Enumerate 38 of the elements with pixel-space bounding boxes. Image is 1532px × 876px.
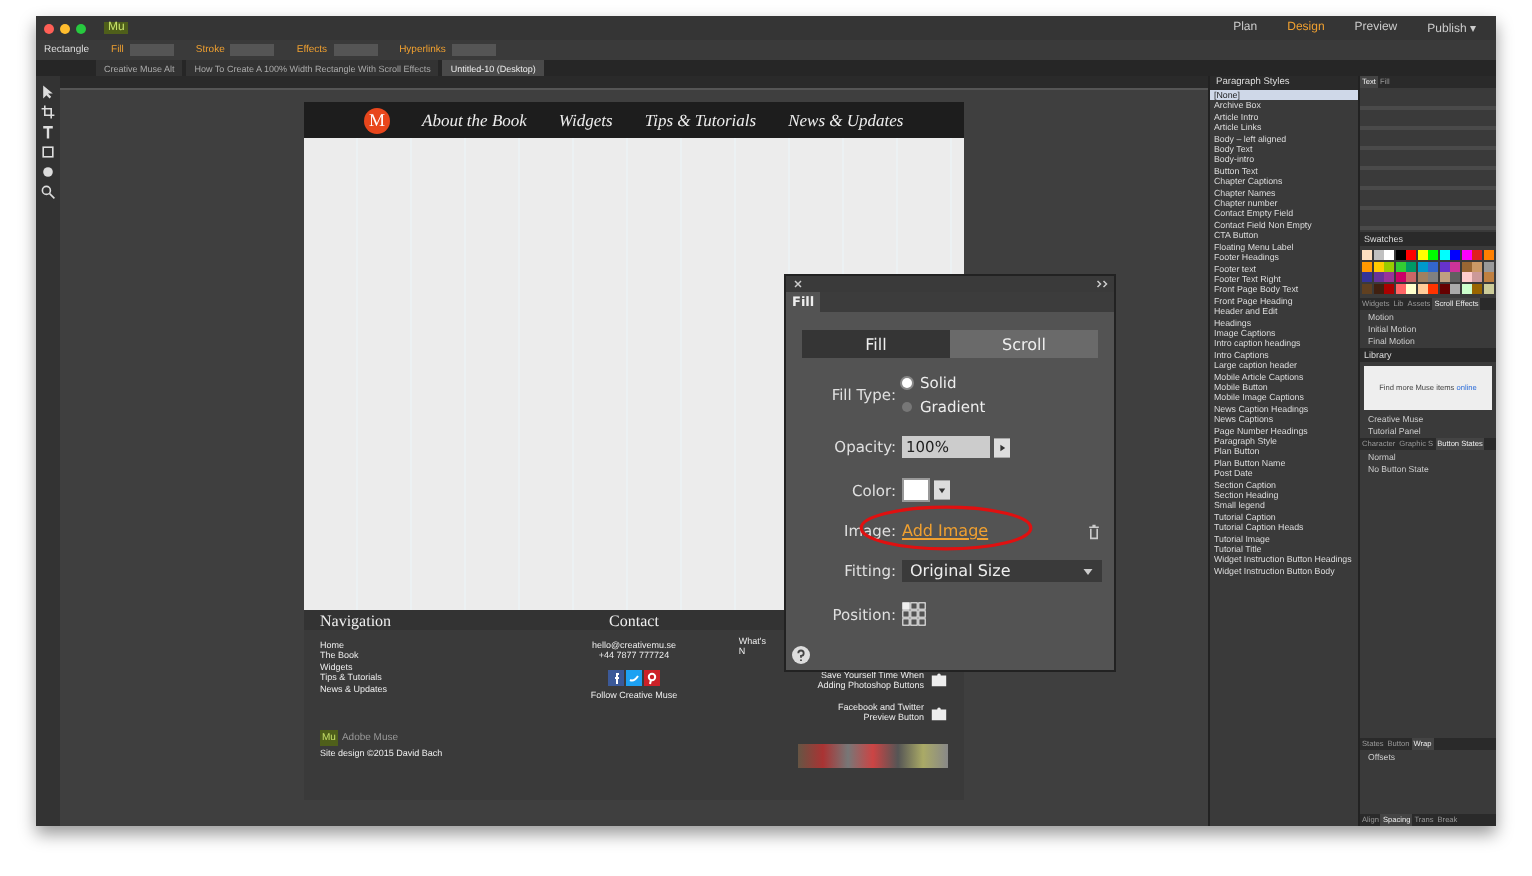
rectangle-tool-icon[interactable]: [40, 144, 56, 160]
fitting-dropdown[interactable]: Original Size: [902, 560, 1102, 582]
color-swatch[interactable]: [902, 478, 930, 502]
facebook-icon[interactable]: [607, 669, 624, 685]
mode-toggle[interactable]: Fill: [802, 330, 950, 358]
dropdown-value: Original Size: [910, 562, 1011, 580]
control-field[interactable]: [333, 44, 378, 56]
footer-heading: Navigation: [320, 612, 394, 630]
pinterest-icon[interactable]: [643, 669, 660, 685]
caret-icon: [1082, 565, 1094, 577]
nav-link[interactable]: Widgets: [558, 110, 613, 130]
hand-icon[interactable]: [40, 164, 56, 180]
control-field[interactable]: [451, 44, 496, 56]
zoom-tool-icon[interactable]: [40, 184, 56, 200]
site-logo: M: [364, 107, 390, 133]
dropdown-icon[interactable]: [934, 480, 950, 500]
trash-icon[interactable]: [1086, 523, 1102, 539]
help-icon[interactable]: [792, 646, 810, 664]
text-tool-icon[interactable]: [40, 124, 56, 140]
add-image-link[interactable]: Add Image: [902, 522, 989, 540]
twitter-icon[interactable]: [625, 669, 642, 685]
minimize-icon[interactable]: [60, 23, 70, 33]
zoom-icon[interactable]: [76, 23, 86, 33]
play-icon[interactable]: [994, 437, 1010, 457]
crop-icon[interactable]: [40, 104, 56, 120]
pointer-icon[interactable]: [40, 84, 56, 100]
nav-link[interactable]: Tips & Tutorials: [644, 110, 757, 130]
collapse-icon[interactable]: [1096, 278, 1108, 290]
footer-heading: Contact: [609, 612, 659, 630]
close-icon[interactable]: [44, 23, 54, 33]
close-icon[interactable]: [792, 278, 804, 290]
anchor-grid-icon[interactable]: [902, 602, 926, 626]
control-field[interactable]: [129, 44, 174, 56]
mode-toggle[interactable]: Scroll: [950, 330, 1098, 358]
control-field[interactable]: [230, 44, 275, 56]
swatch-grid-drawing[interactable]: [1360, 248, 1496, 295]
nav-link[interactable]: About the Book: [422, 110, 527, 130]
nav-link[interactable]: News & Updates: [788, 110, 904, 130]
